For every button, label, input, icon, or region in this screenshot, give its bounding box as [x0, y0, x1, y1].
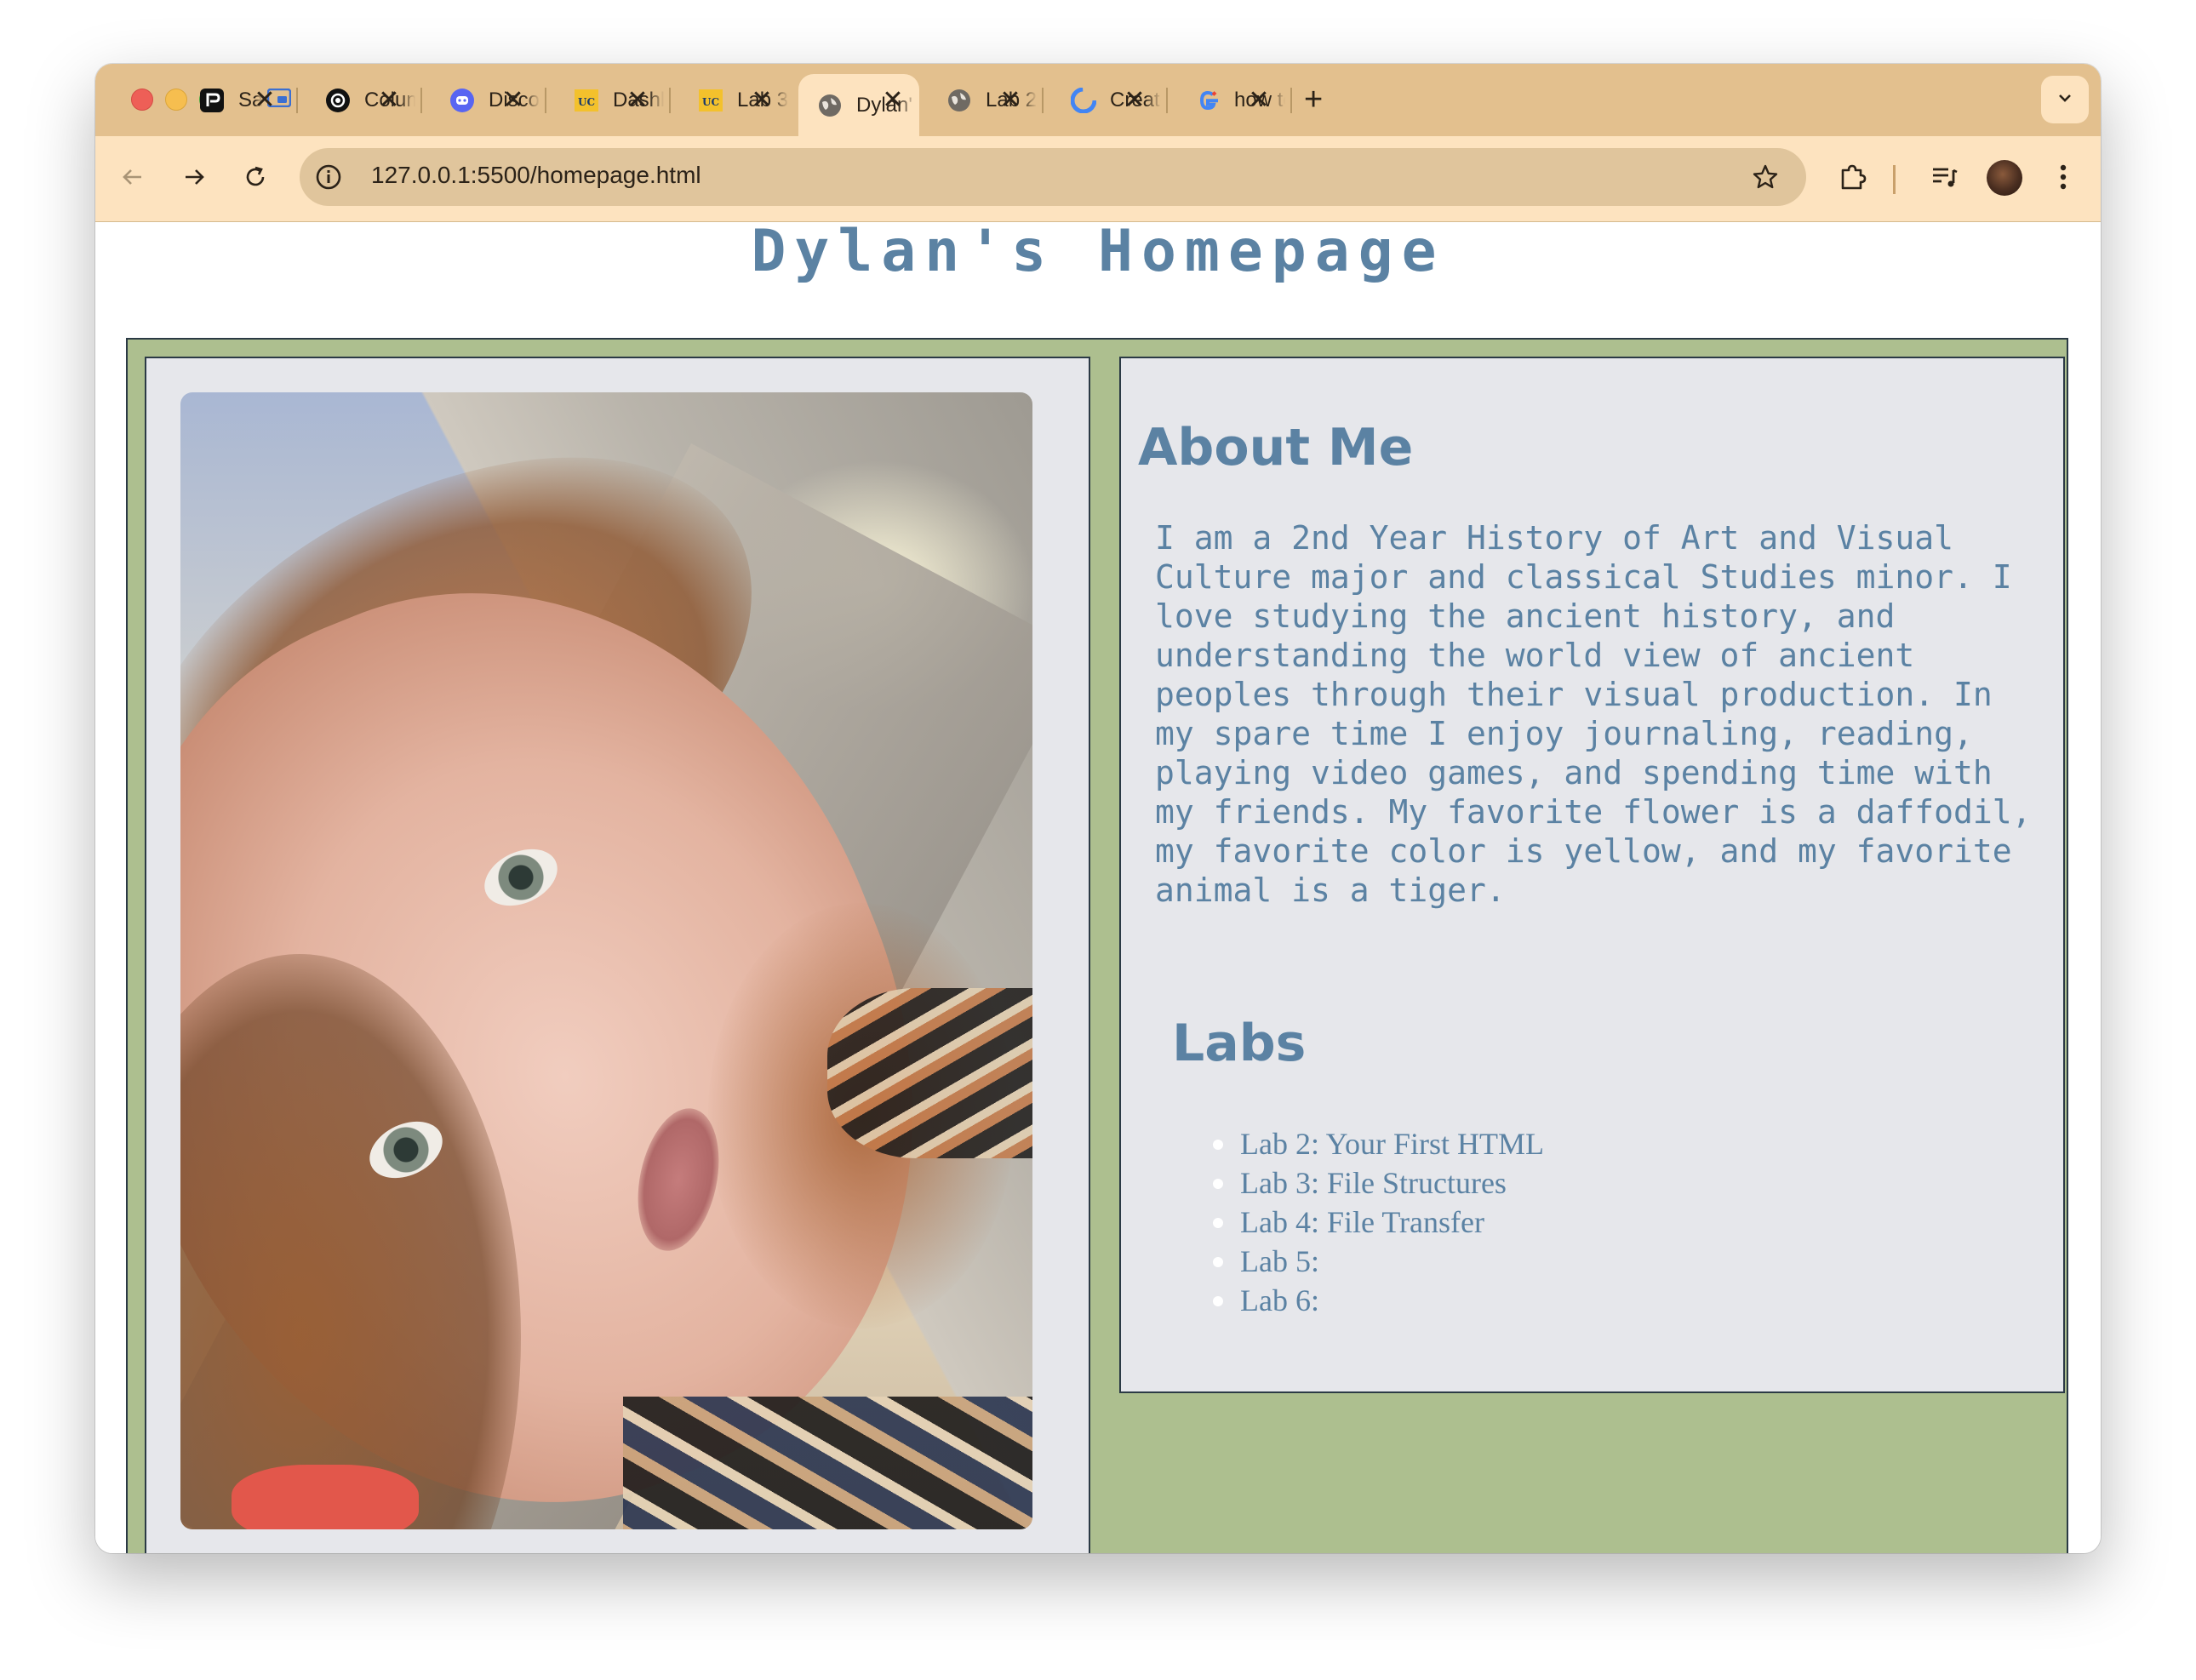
lab-link-6[interactable]: Lab 6: [1212, 1281, 1544, 1320]
ucsc-icon: UC [698, 88, 723, 113]
tab-1[interactable]: Colum ✕ [306, 74, 415, 127]
browser-window: Sa ✕ Colum ✕ Discor ✕ UC [95, 64, 2101, 1553]
reload-button[interactable] [238, 162, 272, 196]
extensions-button[interactable] [1835, 162, 1869, 196]
tab-2[interactable]: Discor ✕ [431, 74, 540, 127]
about-paragraph: I am a 2nd Year History of Art and Visua… [1155, 519, 2032, 909]
tab-separator [1166, 88, 1168, 113]
tab-separator [669, 88, 671, 113]
tab-separator [545, 88, 546, 113]
puzzle-icon [1837, 162, 1867, 197]
tab-close-icon[interactable]: ✕ [749, 86, 775, 115]
substack-icon [199, 88, 225, 113]
reload-icon [243, 164, 268, 194]
lab-link-5[interactable]: Lab 5: [1212, 1242, 1544, 1281]
labs-list: Lab 2: Your First HTML Lab 3: File Struc… [1212, 1124, 1544, 1320]
profile-photo [180, 392, 1032, 1529]
arrow-right-icon [181, 164, 207, 194]
tab-separator [1290, 88, 1292, 113]
toolbar-divider [1893, 165, 1896, 194]
kebab-menu-icon [2058, 163, 2068, 196]
tab-separator [420, 88, 422, 113]
tab-close-icon[interactable]: ✕ [500, 86, 526, 115]
tab-separator [296, 88, 298, 113]
content-wrapper: About Me I am a 2nd Year History of Art … [126, 338, 2068, 1553]
tab-close-icon[interactable]: ✕ [252, 86, 277, 115]
openai-icon [325, 88, 351, 113]
photo-panel [145, 357, 1090, 1553]
browser-menu-button[interactable] [2046, 162, 2080, 196]
lab-link-3[interactable]: Lab 3: File Structures [1212, 1163, 1544, 1203]
tab-close-icon[interactable]: ✕ [880, 86, 906, 115]
tab-search-button[interactable] [2041, 76, 2089, 123]
lab-link-2[interactable]: Lab 2: Your First HTML [1212, 1124, 1544, 1163]
site-info-icon[interactable] [312, 160, 346, 194]
tab-close-icon[interactable]: ✕ [998, 86, 1023, 115]
playlist-music-icon [1929, 162, 1959, 197]
profile-avatar[interactable] [1987, 160, 2022, 196]
tab-5-active[interactable]: Dylan' ✕ [798, 74, 919, 136]
arrow-left-icon [120, 164, 146, 194]
photo-red-garment [232, 1465, 419, 1529]
browser-toolbar: 127.0.0.1:5500/homepage.html [95, 136, 2101, 222]
svg-text:UC: UC [578, 96, 595, 108]
tab-close-icon[interactable]: ✕ [625, 86, 650, 115]
labs-heading: Labs [1172, 1014, 1307, 1073]
about-panel: About Me I am a 2nd Year History of Art … [1119, 357, 2065, 1393]
tab-4[interactable]: UC Lab 3: ✕ [679, 74, 788, 127]
ucsc-icon: UC [574, 88, 599, 113]
close-window-button[interactable] [131, 89, 153, 111]
tab-strip: Sa ✕ Colum ✕ Discor ✕ UC [95, 64, 2101, 136]
media-controls-button[interactable] [1927, 162, 1961, 196]
google-c-icon [1071, 88, 1096, 113]
chevron-down-icon [2055, 88, 2075, 112]
about-heading: About Me [1138, 418, 1414, 477]
discord-icon [449, 88, 475, 113]
back-button[interactable] [116, 162, 150, 196]
forward-button[interactable] [177, 162, 211, 196]
bookmark-star-icon[interactable] [1748, 160, 1782, 194]
svg-text:UC: UC [702, 96, 719, 108]
tab-0[interactable]: Sa ✕ [180, 74, 292, 127]
new-tab-button[interactable]: + [1304, 81, 1323, 118]
page-viewport: Dylan's Homepage About Me I am a 2nd Yea… [95, 222, 2101, 1553]
tab-8[interactable]: how to ✕ [1176, 74, 1285, 127]
google-icon [1195, 88, 1221, 113]
url-text: 127.0.0.1:5500/homepage.html [371, 162, 701, 188]
photo-clothing [623, 1397, 1032, 1529]
address-bar[interactable]: 127.0.0.1:5500/homepage.html [300, 148, 1806, 206]
photo-clothing [827, 988, 1032, 1158]
globe-icon [946, 88, 972, 113]
tab-3[interactable]: UC Dashb ✕ [555, 74, 664, 127]
tab-6[interactable]: Lab 2 ✕ [928, 74, 1037, 127]
tab-separator [1042, 88, 1044, 113]
globe-icon [817, 93, 843, 118]
page-title: Dylan's Homepage [751, 222, 1445, 285]
tab-close-icon[interactable]: ✕ [376, 86, 402, 115]
lab-link-4[interactable]: Lab 4: File Transfer [1212, 1203, 1544, 1242]
tab-7[interactable]: Create ✕ [1052, 74, 1161, 127]
tab-close-icon[interactable]: ✕ [1122, 86, 1147, 115]
tab-close-icon[interactable]: ✕ [1246, 86, 1272, 115]
